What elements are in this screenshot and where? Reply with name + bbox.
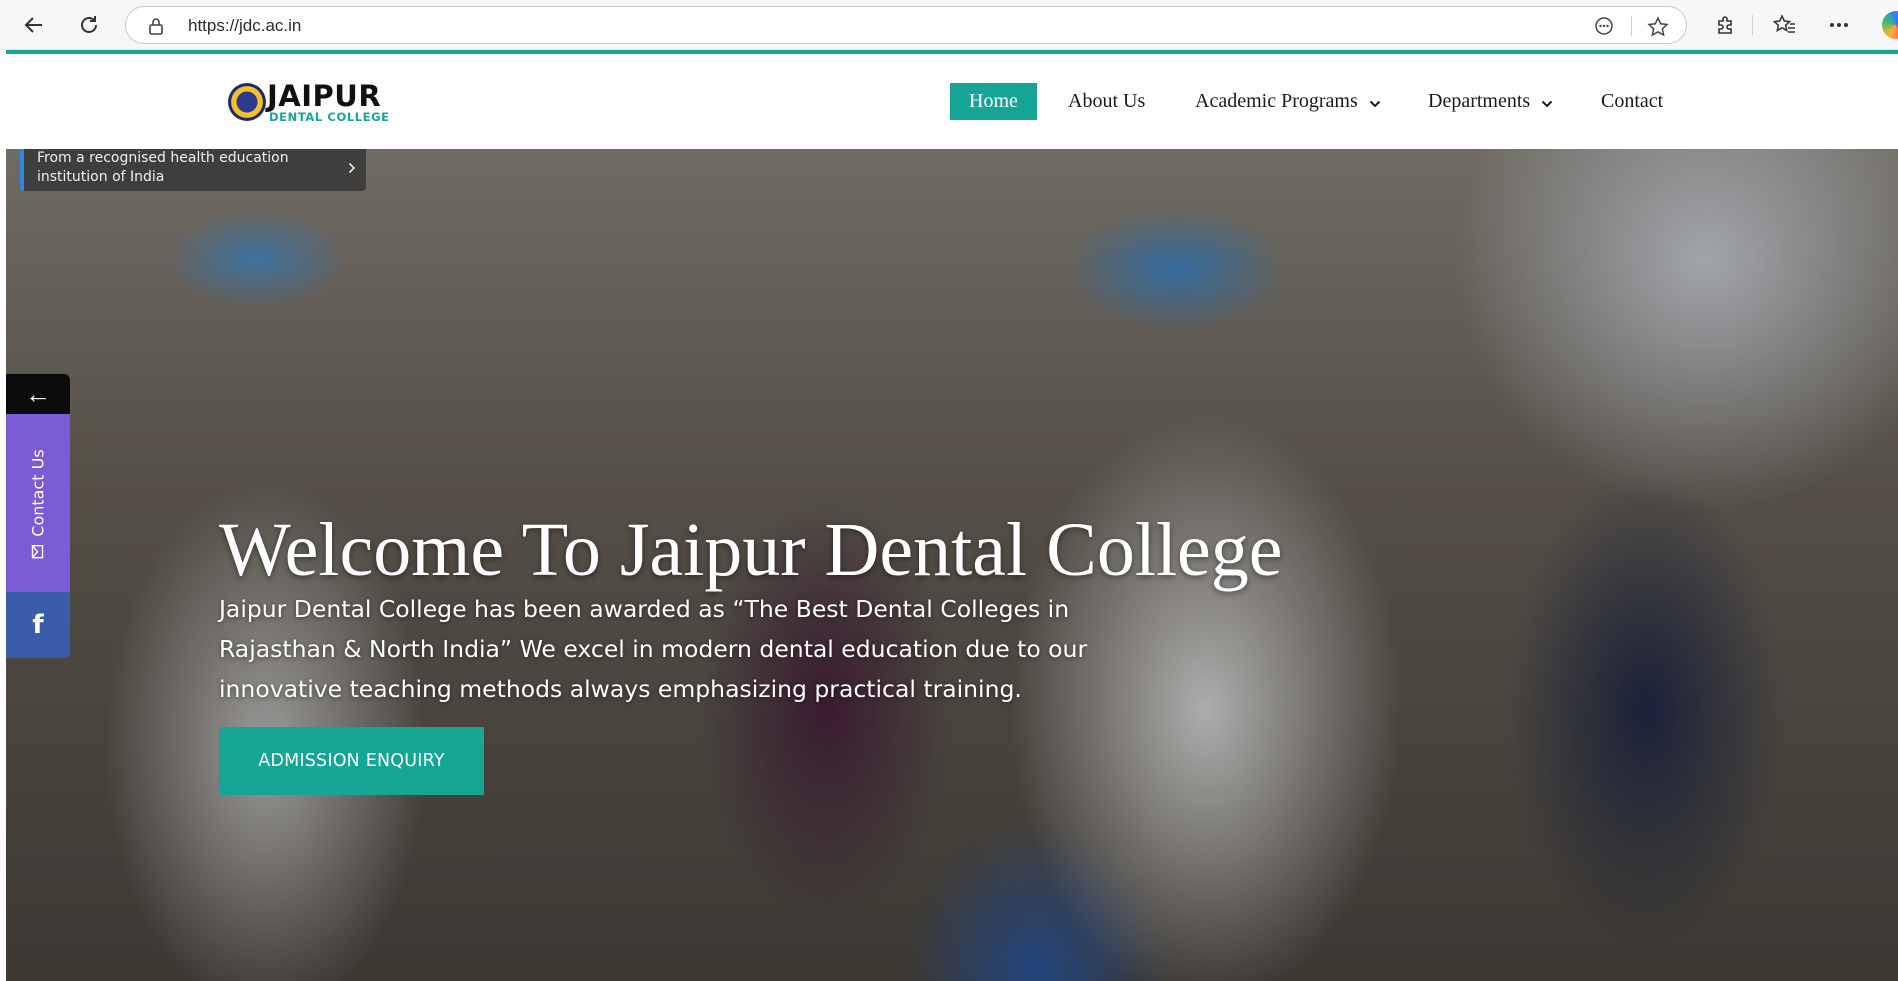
hero-banner: From a recognised health education insti… — [6, 149, 1898, 981]
nav-about-us[interactable]: About Us — [1068, 83, 1145, 120]
contact-us-label-group: Contact Us — [28, 449, 48, 559]
college-emblem-icon — [228, 83, 266, 121]
star-icon[interactable] — [1647, 16, 1669, 43]
chevron-down-icon — [1369, 84, 1381, 121]
nav-contact-label: Contact — [1601, 90, 1664, 112]
facebook-icon[interactable]: f — [6, 592, 70, 658]
copilot-icon[interactable] — [1882, 11, 1898, 39]
contact-us-label: Contact Us — [28, 449, 48, 537]
logo-name: JAIPUR — [267, 79, 382, 113]
address-bar[interactable]: https://jdc.ac.in — [125, 6, 1687, 44]
browser-toolbar: https://jdc.ac.in — [0, 0, 1898, 50]
more-icon[interactable] — [1822, 9, 1856, 41]
nav-about-us-label: About Us — [1068, 90, 1146, 112]
nav-departments[interactable]: Departments — [1428, 83, 1553, 120]
site-header: JAIPUR DENTAL COLLEGE Home About Us Acad… — [6, 54, 1898, 149]
favorites-icon[interactable] — [1768, 9, 1802, 41]
nav-contact[interactable]: Contact — [1601, 83, 1663, 120]
site-logo[interactable]: JAIPUR DENTAL COLLEGE — [221, 78, 401, 124]
admission-enquiry-button[interactable]: ADMISSION ENQUIRY — [219, 727, 484, 795]
contact-us-tab[interactable]: Contact Us — [6, 414, 70, 592]
logo-subtitle: DENTAL COLLEGE — [269, 110, 390, 124]
nav-home-label: Home — [969, 90, 1018, 112]
side-toggle-arrow-icon[interactable]: ← — [6, 374, 70, 414]
nav-academic-programs-label: Academic Programs — [1195, 90, 1358, 112]
chevron-down-icon — [1541, 84, 1553, 121]
extensions-icon[interactable] — [1708, 9, 1742, 41]
hero-title: Welcome To Jaipur Dental College — [219, 508, 1283, 592]
lock-icon[interactable] — [148, 17, 164, 40]
notice-popup[interactable]: From a recognised health education insti… — [20, 149, 366, 191]
reader-icon[interactable] — [1594, 16, 1614, 41]
refresh-icon[interactable] — [72, 9, 106, 41]
nav-academic-programs[interactable]: Academic Programs — [1195, 83, 1381, 120]
mail-icon — [29, 544, 48, 559]
address-separator — [1631, 16, 1632, 36]
notice-text: From a recognised health education insti… — [37, 150, 289, 185]
toolbar-separator — [1752, 15, 1753, 35]
nav-departments-label: Departments — [1428, 90, 1531, 112]
url-text[interactable]: https://jdc.ac.in — [188, 16, 301, 36]
back-icon[interactable] — [17, 9, 51, 41]
nav-home[interactable]: Home — [950, 83, 1037, 120]
chevron-right-icon[interactable] — [348, 161, 356, 179]
hero-description: Jaipur Dental College has been awarded a… — [219, 595, 1088, 703]
